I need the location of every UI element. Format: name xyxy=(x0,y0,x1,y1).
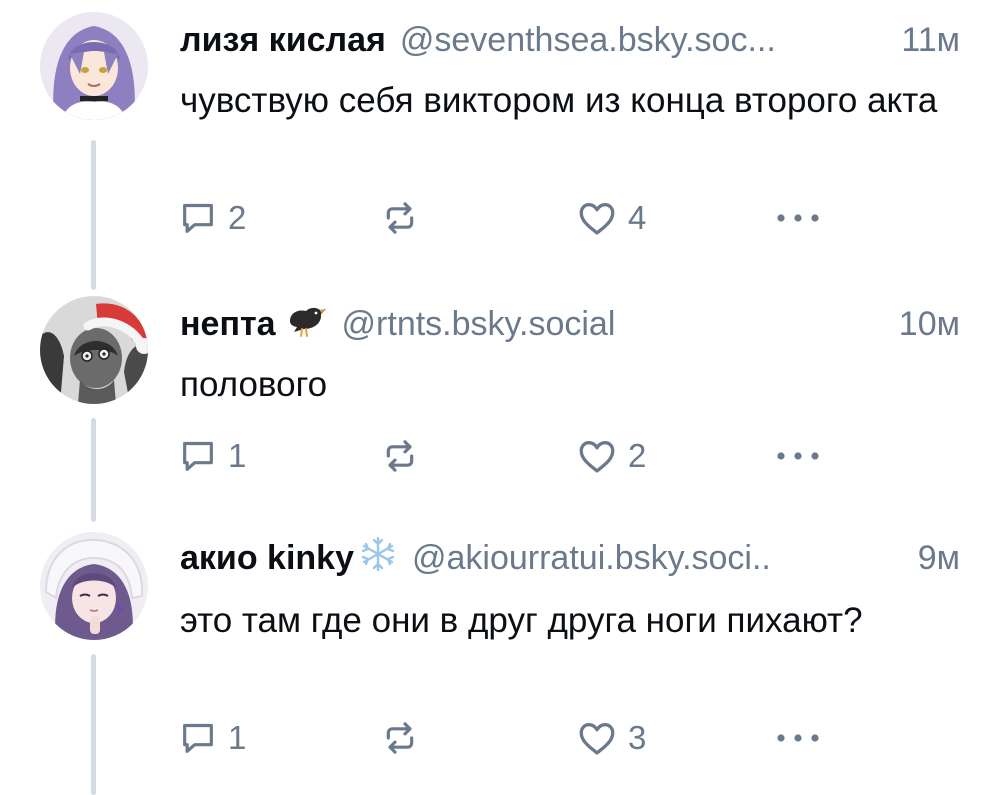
reply-button[interactable]: 1 xyxy=(178,434,246,478)
thread-line xyxy=(91,140,96,290)
reply-count: 2 xyxy=(228,199,247,236)
avatar[interactable] xyxy=(40,296,148,404)
reply-count: 1 xyxy=(228,719,247,756)
like-count: 3 xyxy=(628,719,647,756)
post-header: лизя кислая @seventhsea.bsky.soc... 11м xyxy=(180,18,960,62)
repost-icon xyxy=(386,722,414,754)
more-options-button[interactable] xyxy=(775,434,821,478)
post-text: это там где они в друг друга ноги пихают… xyxy=(180,601,863,640)
like-count: 4 xyxy=(628,199,647,236)
avatar[interactable] xyxy=(40,532,148,640)
repost-button[interactable] xyxy=(380,716,420,760)
post-time[interactable]: 10м xyxy=(899,305,960,344)
thread-line xyxy=(91,418,96,522)
post-actions: 1 2 xyxy=(178,434,838,478)
post-item[interactable]: лизя кислая @seventhsea.bsky.soc... 11м … xyxy=(0,0,1000,290)
avatar[interactable] xyxy=(40,12,148,120)
reply-thread: лизя кислая @seventhsea.bsky.soc... 11м … xyxy=(0,0,1000,795)
post-time[interactable]: 11м xyxy=(901,21,960,60)
ellipsis-icon xyxy=(777,452,819,460)
speech-bubble-icon xyxy=(183,203,213,233)
santa-hat-character-avatar xyxy=(40,296,148,404)
author-name[interactable]: лизя кислая xyxy=(180,21,386,60)
author-handle[interactable]: @akiourratui.bsky.soci.. xyxy=(412,539,771,578)
reply-button[interactable]: 1 xyxy=(178,716,246,760)
more-options-button[interactable] xyxy=(775,716,821,760)
repost-icon xyxy=(386,202,414,234)
post-item[interactable]: акио kinky @akiourratui.bsky.soci.. 9м э xyxy=(0,522,1000,795)
like-button[interactable]: 2 xyxy=(576,434,646,478)
ellipsis-icon xyxy=(777,214,819,222)
like-count: 2 xyxy=(628,437,647,474)
repost-button[interactable] xyxy=(380,434,420,478)
repost-icon xyxy=(386,440,414,472)
post-header: нептa @rtnts.bsky.social 10м xyxy=(180,302,960,346)
more-options-button[interactable] xyxy=(775,196,821,240)
speech-bubble-icon xyxy=(183,441,213,471)
like-button[interactable]: 4 xyxy=(576,196,646,240)
post-header: акио kinky @akiourratui.bsky.soci.. 9м xyxy=(180,536,960,580)
author-name[interactable]: нептa xyxy=(180,305,276,344)
repost-button[interactable] xyxy=(380,196,420,240)
reply-button[interactable]: 2 xyxy=(178,196,246,240)
heart-icon xyxy=(579,441,615,473)
like-button[interactable]: 3 xyxy=(576,716,646,760)
anime-girl-winter-hood-avatar xyxy=(40,532,148,640)
author-handle[interactable]: @seventhsea.bsky.soc... xyxy=(400,21,776,60)
bird-emoji xyxy=(284,301,328,348)
author-name[interactable]: акио kinky xyxy=(180,539,354,578)
thread-line xyxy=(91,654,96,795)
post-actions: 1 3 xyxy=(178,716,838,760)
post-text: полового xyxy=(180,365,328,404)
ellipsis-icon xyxy=(777,734,819,742)
speech-bubble-icon xyxy=(183,723,213,753)
post-text: чувствую себя виктором из конца второго … xyxy=(180,81,938,120)
post-actions: 2 4 xyxy=(178,196,838,240)
reply-count: 1 xyxy=(228,437,247,474)
post-time[interactable]: 9м xyxy=(918,539,960,578)
author-handle[interactable]: @rtnts.bsky.social xyxy=(342,305,616,344)
anime-girl-purple-hair-avatar xyxy=(40,12,148,120)
snowflake-emoji xyxy=(358,534,398,583)
heart-icon xyxy=(579,723,615,755)
post-item[interactable]: нептa @rtnts.bsky.social 10м полового 1 xyxy=(0,290,1000,522)
heart-icon xyxy=(579,203,615,235)
